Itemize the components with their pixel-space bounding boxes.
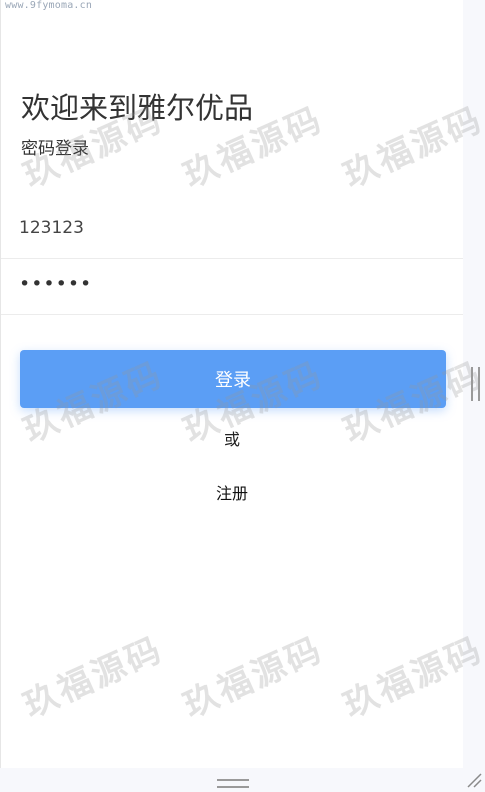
resize-grip-icon[interactable] [466,772,482,788]
bottom-handle-icon[interactable] [217,779,249,788]
password-input[interactable] [17,272,451,296]
scroll-handle-icon[interactable] [471,367,480,401]
username-input[interactable] [17,217,451,239]
username-field-row [1,198,463,259]
register-link[interactable]: 注册 [1,480,463,504]
password-field-row [1,254,463,315]
site-url-label: www.9fymoma.cn [5,0,93,11]
